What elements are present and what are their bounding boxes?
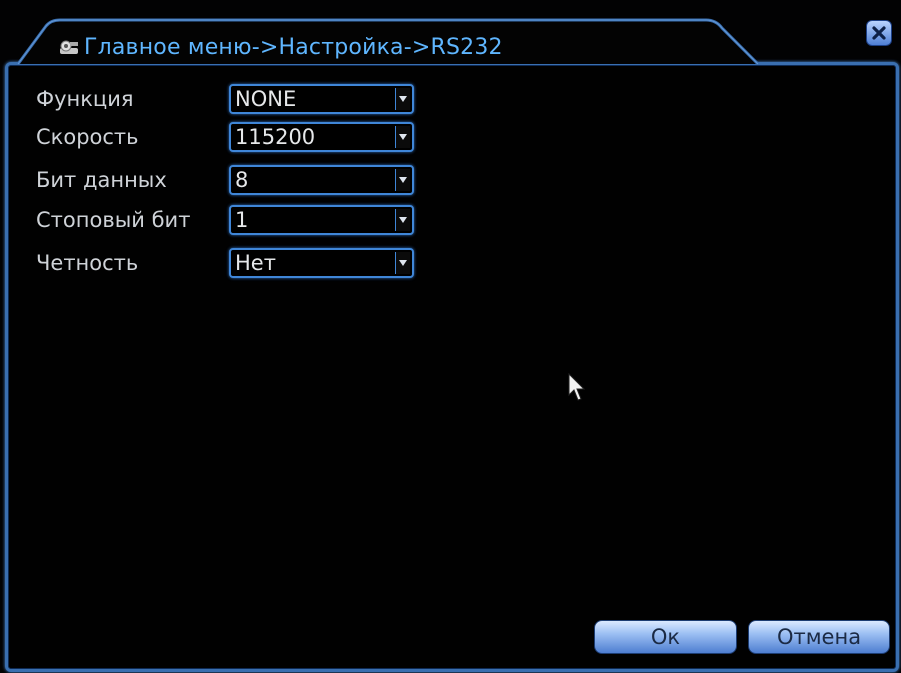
data-bits-label: Бит данных <box>36 168 167 192</box>
function-select[interactable]: NONE <box>229 84 414 114</box>
speed-select[interactable]: 115200 <box>229 122 414 152</box>
function-value: NONE <box>235 87 297 111</box>
chevron-down-icon[interactable] <box>395 88 410 110</box>
close-button[interactable] <box>866 20 892 46</box>
close-icon <box>872 26 886 40</box>
title-tab: Главное меню->Настройка->RS232 <box>16 16 761 66</box>
mouse-pointer-icon <box>568 372 588 407</box>
data-bits-value: 8 <box>235 168 249 192</box>
speed-label: Скорость <box>36 125 139 149</box>
settings-tool-icon <box>58 39 80 57</box>
parity-value: Нет <box>235 251 276 275</box>
chevron-down-icon[interactable] <box>395 126 410 148</box>
dialog-window <box>5 62 899 672</box>
chevron-down-icon[interactable] <box>395 252 410 274</box>
stop-bits-select[interactable]: 1 <box>229 205 414 235</box>
parity-label: Четность <box>36 251 139 275</box>
cancel-button[interactable]: Отмена <box>748 620 890 654</box>
chevron-down-icon[interactable] <box>395 209 410 231</box>
data-bits-select[interactable]: 8 <box>229 165 414 195</box>
chevron-down-icon[interactable] <box>395 169 410 191</box>
function-label: Функция <box>36 87 134 111</box>
speed-value: 115200 <box>235 125 316 149</box>
parity-select[interactable]: Нет <box>229 248 414 278</box>
stop-bits-value: 1 <box>235 208 249 232</box>
stop-bits-label: Стоповый бит <box>36 208 191 232</box>
window-title: Главное меню->Настройка->RS232 <box>84 35 503 60</box>
ok-button[interactable]: Ок <box>594 620 737 654</box>
rs232-settings-screen: Главное меню->Настройка->RS232 Функция N… <box>0 0 901 673</box>
